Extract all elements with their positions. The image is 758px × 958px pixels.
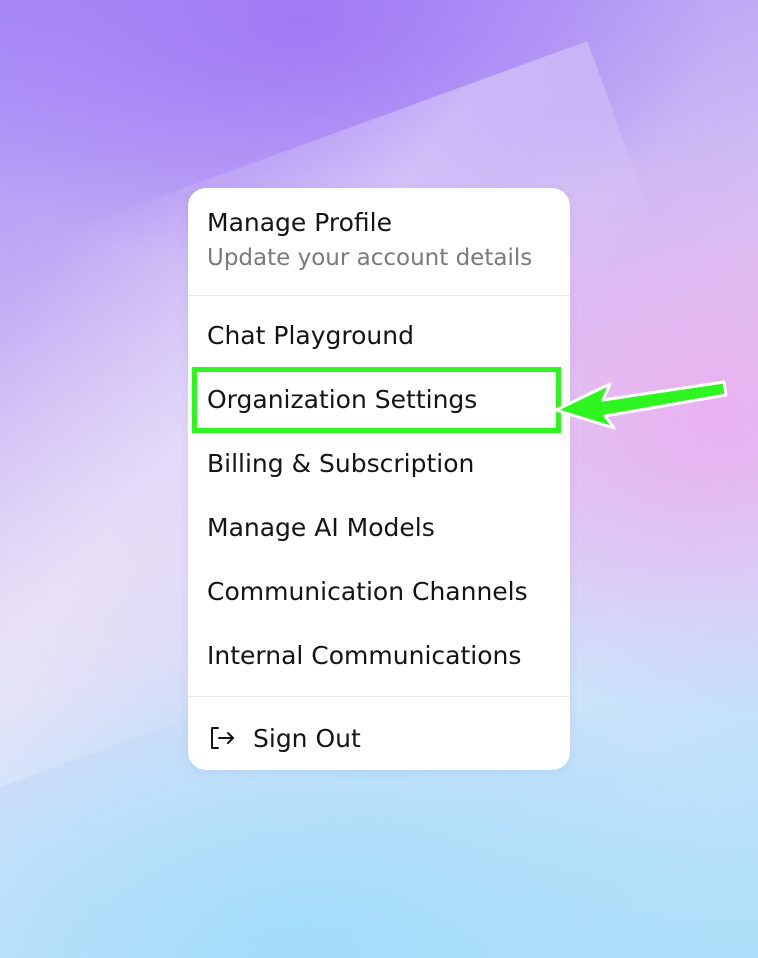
menu-item-organization-settings[interactable]: Organization Settings [207, 380, 558, 420]
manage-profile-title: Manage Profile [207, 208, 392, 237]
account-dropdown-menu: Manage Profile Update your account detai… [188, 188, 570, 770]
annotation-arrow-icon [554, 380, 728, 430]
menu-item-communication-channels[interactable]: Communication Channels [207, 572, 558, 612]
manage-profile-subtitle: Update your account details [207, 245, 533, 271]
manage-profile-item[interactable]: Manage Profile Update your account detai… [207, 206, 558, 274]
menu-item-billing-subscription[interactable]: Billing & Subscription [207, 444, 558, 484]
menu-item-manage-ai-models[interactable]: Manage AI Models [207, 508, 558, 548]
sign-out-button[interactable]: Sign Out [207, 720, 361, 756]
menu-divider-bottom [188, 696, 570, 697]
menu-item-chat-playground[interactable]: Chat Playground [207, 316, 558, 356]
sign-out-label: Sign Out [253, 723, 361, 753]
menu-item-internal-communications[interactable]: Internal Communications [207, 636, 558, 676]
menu-divider-top [188, 295, 570, 296]
sign-out-icon [211, 727, 234, 749]
